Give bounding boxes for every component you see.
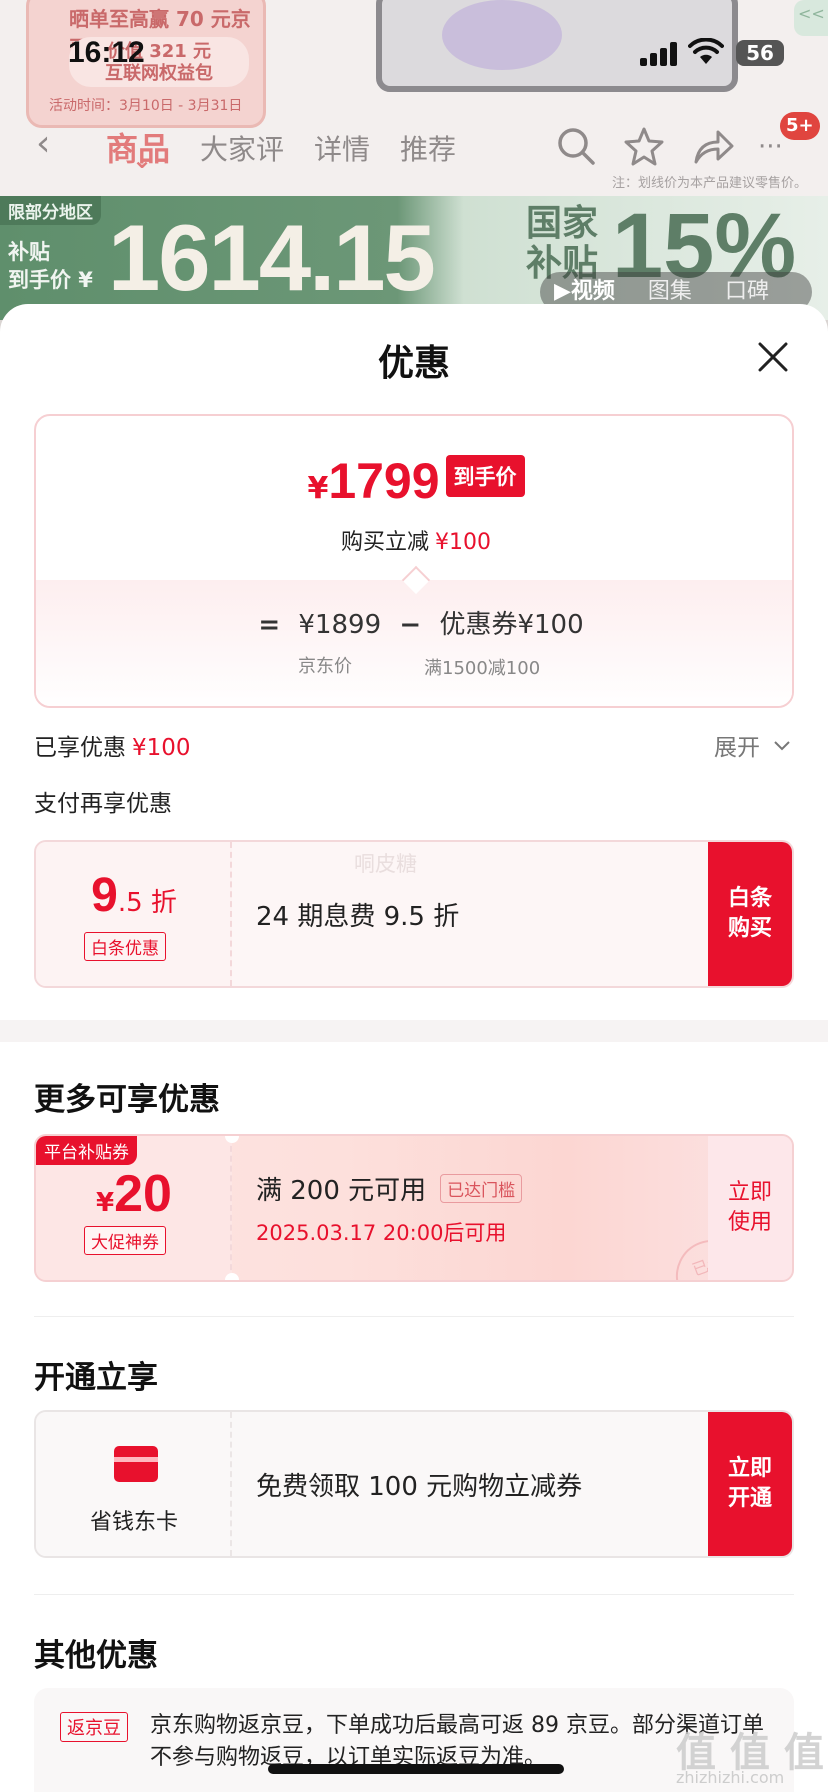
- formula-coupon: 优惠券¥100: [439, 610, 584, 640]
- final-price: ¥1799 到手价: [36, 452, 792, 510]
- enjoyed-amount: ¥100: [132, 735, 191, 761]
- final-price-label: 到手价: [445, 455, 525, 497]
- other-offers-title: 其他优惠: [34, 1638, 158, 1674]
- chevron-down-icon: [774, 741, 791, 751]
- formula-base-price: ¥1899: [298, 610, 382, 640]
- price-breakdown-area: [36, 580, 792, 706]
- coupon-condition: 满 200 元可用: [256, 1175, 427, 1206]
- home-indicator[interactable]: [268, 1764, 564, 1774]
- formula-equals: =: [258, 610, 281, 640]
- back-chevron-icon[interactable]: ‹: [36, 126, 50, 162]
- tab-reviews[interactable]: 大家评: [200, 128, 284, 168]
- section-divider: [0, 1020, 828, 1042]
- instant-reduce-label: 购买立减: [340, 530, 429, 555]
- saving-card-desc: 免费领取 100 元购物立减券: [256, 1471, 583, 1502]
- media-tab-reviews[interactable]: 口碑: [725, 279, 769, 304]
- jingdou-tag: 返京豆: [60, 1712, 128, 1742]
- pay-discount-title: 支付再享优惠: [34, 791, 172, 817]
- enjoyed-label: 已享优惠: [34, 735, 126, 761]
- saving-card-name: 省钱东卡: [89, 1510, 178, 1535]
- coupon-left: 平台补贴券 ¥20 大促神券: [36, 1136, 232, 1280]
- subsidy-label-2: 到手价 ¥: [8, 268, 93, 292]
- coupon-value: ¥20: [36, 1164, 232, 1224]
- cart-badge: 5+: [780, 112, 820, 140]
- baitiao-discount-num: 9: [91, 869, 118, 922]
- tab-product[interactable]: 商品: [106, 124, 170, 174]
- media-tab-video[interactable]: ▶视频: [554, 279, 615, 304]
- product-nav: ‹ 商品 大家评 详情 推荐 ··· 5+: [0, 112, 828, 174]
- saving-card-left: 省钱东卡: [36, 1412, 232, 1556]
- enjoyed-discount: 已享优惠 ¥100: [34, 728, 191, 762]
- baitiao-offer-card[interactable]: 9.5 折 白条优惠 哃皮糖 24 期息费 9.5 折 白条购买: [34, 840, 794, 988]
- baitiao-desc: 24 期息费 9.5 折: [256, 901, 460, 932]
- star-icon[interactable]: [624, 126, 664, 166]
- coupon-tag: 平台补贴券: [36, 1136, 137, 1165]
- site-watermark-url: zhizhizhi.com: [676, 1768, 785, 1787]
- side-tab[interactable]: <<: [794, 0, 828, 36]
- baitiao-discount-unit: .5 折: [117, 888, 177, 918]
- open-now-button[interactable]: 立即开通: [708, 1412, 792, 1556]
- final-price-currency: ¥: [307, 471, 329, 506]
- credit-card-icon: [114, 1446, 158, 1482]
- final-price-value: 1799: [328, 453, 440, 509]
- share-icon[interactable]: [692, 126, 734, 166]
- price-formula: = ¥1899 − 优惠券¥100: [36, 604, 792, 641]
- threshold-reached-badge: 已达门槛: [440, 1173, 523, 1203]
- instant-reduce: 购买立减 ¥100: [36, 524, 792, 556]
- close-icon[interactable]: [756, 340, 790, 374]
- status-bar: 16:12 56: [0, 36, 828, 70]
- money-saving-card-offer[interactable]: 省钱东卡 免费领取 100 元购物立减券 立即开通: [34, 1410, 794, 1558]
- baitiao-discount: 9.5 折: [36, 868, 232, 923]
- divider: [34, 1316, 794, 1317]
- product-page-background: 晒单至高赢 70 元京豆 价值 321 元 互联网权益包 活动时间：3月10日 …: [0, 0, 828, 320]
- signal-icon: [640, 42, 680, 66]
- expand-button[interactable]: 展开: [714, 728, 791, 762]
- instant-reduce-amount: ¥100: [435, 530, 491, 555]
- final-price-box: ¥1799 到手价 购买立减 ¥100 = ¥1899 − 优惠券¥100 京东价 …: [34, 414, 794, 708]
- use-coupon-button[interactable]: 立即使用: [708, 1136, 792, 1280]
- coupon-type: 大促神券: [84, 1226, 166, 1255]
- baitiao-offer-left: 9.5 折 白条优惠: [36, 842, 232, 986]
- promo-date: 活动时间：3月10日 - 3月31日: [49, 98, 243, 114]
- subsidy-label-1: 补贴: [8, 240, 50, 264]
- platform-coupon-card[interactable]: 平台补贴券 ¥20 大促神券 满 200 元可用 已达门槛 2025.03.17…: [34, 1134, 794, 1282]
- coupon-condition-label: 满1500减100: [424, 658, 541, 679]
- coupon-body: 满 200 元可用 已达门槛 2025.03.17 20:00后可用: [256, 1136, 523, 1280]
- tab-details[interactable]: 详情: [314, 128, 370, 168]
- ticket-notch-top: [225, 1136, 239, 1143]
- discount-sheet: 优惠 ¥1799 到手价 购买立减 ¥100 = ¥1899 − 优惠券¥100 京…: [0, 304, 828, 1792]
- divider: [34, 1594, 794, 1595]
- more-icon[interactable]: ···: [758, 132, 783, 162]
- expand-label: 展开: [714, 735, 760, 761]
- coupon-condition-row: 满 200 元可用 已达门槛: [256, 1170, 523, 1207]
- coupon-amount: 20: [114, 1165, 172, 1223]
- baitiao-offer-body: 24 期息费 9.5 折: [256, 842, 459, 986]
- coupon-available-time: 2025.03.17 20:00后可用: [256, 1220, 507, 1245]
- wifi-icon: [688, 38, 724, 64]
- formula-minus: −: [399, 610, 422, 640]
- baitiao-tag: 白条优惠: [84, 932, 166, 961]
- price-note: 注：划线价为本产品建议零售价。: [612, 176, 808, 191]
- media-tab-gallery[interactable]: 图集: [648, 279, 692, 304]
- base-price-label: 京东价: [298, 656, 352, 677]
- tab-recommend[interactable]: 推荐: [400, 128, 456, 168]
- baitiao-buy-button[interactable]: 白条购买: [708, 842, 792, 986]
- ticket-notch-bottom: [225, 1273, 239, 1280]
- search-icon[interactable]: [556, 126, 596, 166]
- open-membership-title: 开通立享: [34, 1360, 158, 1396]
- saving-card-body: 免费领取 100 元购物立减券: [256, 1412, 582, 1556]
- coupon-currency: ¥: [96, 1188, 115, 1218]
- region-tag: 限部分地区: [0, 196, 101, 225]
- battery-icon: 56: [736, 40, 784, 66]
- status-time: 16:12: [68, 36, 145, 69]
- more-offers-title: 更多可享优惠: [34, 1082, 220, 1118]
- sheet-title: 优惠: [377, 343, 450, 384]
- subsidy-price: 1614.15: [108, 205, 436, 310]
